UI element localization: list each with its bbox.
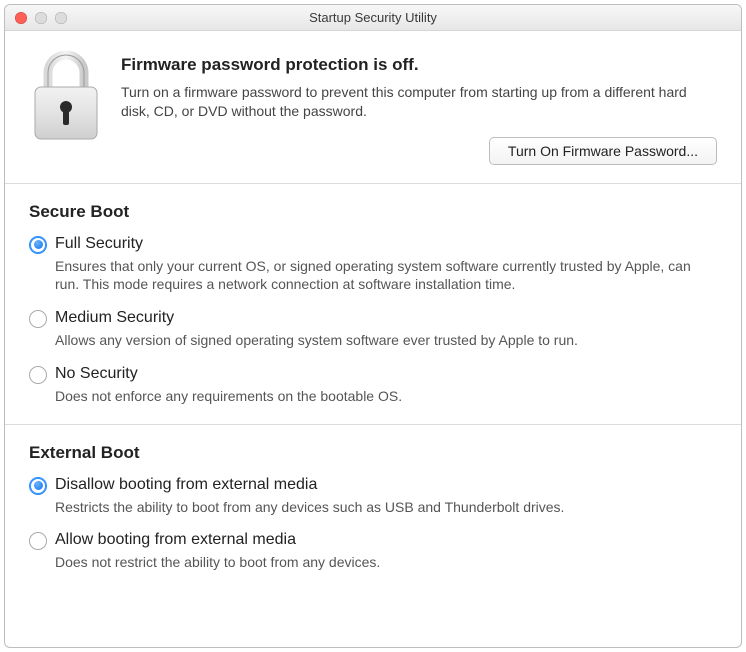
firmware-heading: Firmware password protection is off. (121, 55, 717, 75)
radio-icon (29, 366, 47, 384)
window: Startup Security Utility (4, 4, 742, 648)
secure-boot-option-medium[interactable]: Medium Security Allows any version of si… (29, 308, 717, 350)
secure-boot-heading: Secure Boot (29, 202, 717, 222)
traffic-lights (15, 12, 67, 24)
close-button[interactable] (15, 12, 27, 24)
secure-boot-section: Secure Boot Full Security Ensures that o… (5, 184, 741, 424)
firmware-description: Turn on a firmware password to prevent t… (121, 83, 717, 121)
window-title: Startup Security Utility (5, 10, 741, 25)
radio-title: No Security (55, 364, 717, 385)
turn-on-firmware-password-button[interactable]: Turn On Firmware Password... (489, 137, 717, 165)
radio-description: Allows any version of signed operating s… (55, 331, 717, 350)
external-boot-heading: External Boot (29, 443, 717, 463)
external-boot-option-disallow[interactable]: Disallow booting from external media Res… (29, 475, 717, 517)
radio-title: Disallow booting from external media (55, 475, 717, 496)
lock-icon (29, 49, 103, 145)
minimize-button[interactable] (35, 12, 47, 24)
firmware-text: Firmware password protection is off. Tur… (121, 49, 717, 165)
radio-title: Medium Security (55, 308, 717, 329)
radio-description: Ensures that only your current OS, or si… (55, 257, 717, 295)
radio-description: Does not restrict the ability to boot fr… (55, 553, 717, 572)
maximize-button[interactable] (55, 12, 67, 24)
radio-title: Full Security (55, 234, 717, 255)
titlebar: Startup Security Utility (5, 5, 741, 31)
radio-title: Allow booting from external media (55, 530, 717, 551)
secure-boot-option-none[interactable]: No Security Does not enforce any require… (29, 364, 717, 406)
radio-icon (29, 310, 47, 328)
radio-icon (29, 477, 47, 495)
radio-description: Does not enforce any requirements on the… (55, 387, 717, 406)
radio-description: Restricts the ability to boot from any d… (55, 498, 717, 517)
radio-icon (29, 532, 47, 550)
secure-boot-option-full[interactable]: Full Security Ensures that only your cur… (29, 234, 717, 295)
external-boot-section: External Boot Disallow booting from exte… (5, 425, 741, 590)
firmware-section: Firmware password protection is off. Tur… (5, 31, 741, 183)
radio-icon (29, 236, 47, 254)
external-boot-option-allow[interactable]: Allow booting from external media Does n… (29, 530, 717, 572)
